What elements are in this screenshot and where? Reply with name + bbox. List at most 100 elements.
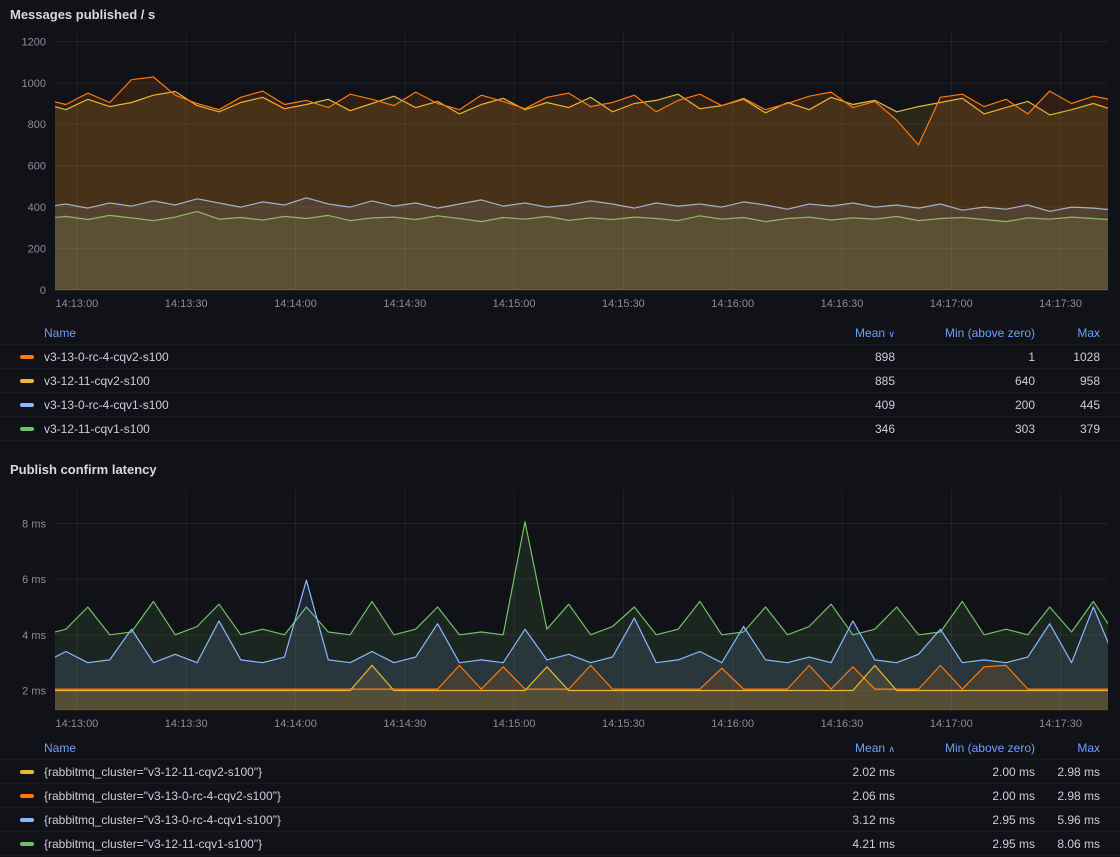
legend-header-mean-label: Mean (855, 326, 885, 340)
series-name[interactable]: v3-12-11-cqv1-s100 (44, 422, 150, 436)
svg-text:600: 600 (28, 161, 46, 173)
series-name[interactable]: {rabbitmq_cluster="v3-12-11-cqv2-s100"} (44, 765, 262, 779)
legend-max-value: 2.98 ms (1035, 789, 1100, 803)
legend-header-mean-label: Mean (855, 741, 885, 755)
series-color-swatch (20, 842, 34, 846)
svg-text:2 ms: 2 ms (22, 686, 46, 698)
svg-text:4 ms: 4 ms (22, 630, 46, 642)
timeseries-chart-messages-published[interactable]: 02004006008001000120014:13:0014:13:3014:… (0, 27, 1120, 319)
panel-title-messages-published[interactable]: Messages published / s (0, 0, 1120, 27)
legend-row: {rabbitmq_cluster="v3-13-0-rc-4-cqv1-s10… (0, 807, 1120, 831)
legend-header-mean[interactable]: Mean ∧ (765, 741, 895, 755)
legend-min-value: 200 (895, 398, 1035, 412)
svg-text:14:14:30: 14:14:30 (383, 718, 426, 730)
legend-max-value: 1028 (1035, 350, 1100, 364)
svg-text:1000: 1000 (22, 78, 46, 90)
series-color-swatch (20, 379, 34, 383)
legend-min-value: 2.95 ms (895, 837, 1035, 851)
svg-text:14:15:00: 14:15:00 (493, 298, 536, 310)
svg-text:800: 800 (28, 119, 46, 131)
svg-text:14:14:30: 14:14:30 (383, 298, 426, 310)
legend-table-messages-published: Name Mean ∨ Min (above zero) Max v3-13-0… (0, 321, 1120, 441)
svg-text:14:15:30: 14:15:30 (602, 298, 645, 310)
svg-text:14:15:30: 14:15:30 (602, 718, 645, 730)
legend-header-name[interactable]: Name (20, 326, 765, 340)
legend-row: {rabbitmq_cluster="v3-12-11-cqv2-s100"} … (0, 759, 1120, 783)
legend-row: v3-13-0-rc-4-cqv1-s100 409 200 445 (0, 392, 1120, 416)
timeseries-chart-publish-confirm-latency[interactable]: 2 ms 4 ms 6 ms 8 ms 14:13:00 14:13:30 14:14:00… (0, 482, 1120, 734)
svg-text:14:17:30: 14:17:30 (1039, 718, 1082, 730)
legend-row: v3-13-0-rc-4-cqv2-s100 898 1 1028 (0, 344, 1120, 368)
legend-name-cell: v3-12-11-cqv2-s100 (20, 374, 765, 388)
series-name[interactable]: v3-12-11-cqv2-s100 (44, 374, 150, 388)
legend-mean-value: 409 (765, 398, 895, 412)
series-color-swatch (20, 427, 34, 431)
legend-max-value: 8.06 ms (1035, 837, 1100, 851)
series-color-swatch (20, 355, 34, 359)
legend-header-name[interactable]: Name (20, 741, 765, 755)
svg-text:6 ms: 6 ms (22, 574, 46, 586)
legend-header: Name Mean ∨ Min (above zero) Max (0, 321, 1120, 344)
series-color-swatch (20, 403, 34, 407)
svg-text:14:13:30: 14:13:30 (165, 718, 208, 730)
series-name[interactable]: v3-13-0-rc-4-cqv2-s100 (44, 350, 169, 364)
legend-mean-value: 346 (765, 422, 895, 436)
legend-header-min[interactable]: Min (above zero) (895, 326, 1035, 340)
svg-text:8 ms: 8 ms (22, 518, 46, 530)
series-color-swatch (20, 794, 34, 798)
svg-text:14:16:00: 14:16:00 (711, 298, 754, 310)
svg-text:14:13:00: 14:13:00 (55, 718, 98, 730)
legend-row: v3-12-11-cqv1-s100 346 303 379 (0, 416, 1120, 440)
series-name[interactable]: {rabbitmq_cluster="v3-13-0-rc-4-cqv1-s10… (44, 813, 281, 827)
legend-name-cell: v3-13-0-rc-4-cqv1-s100 (20, 398, 765, 412)
legend-name-cell: {rabbitmq_cluster="v3-13-0-rc-4-cqv1-s10… (20, 813, 765, 827)
svg-text:14:13:00: 14:13:00 (55, 298, 98, 310)
legend-header-mean[interactable]: Mean ∨ (765, 326, 895, 340)
legend-min-value: 1 (895, 350, 1035, 364)
sort-indicator-icon: ∨ (888, 329, 895, 339)
legend-min-value: 2.00 ms (895, 765, 1035, 779)
legend-max-value: 379 (1035, 422, 1100, 436)
series-color-swatch (20, 770, 34, 774)
svg-text:14:15:00: 14:15:00 (493, 718, 536, 730)
grafana-dashboard: Messages published / s 0 200 400 600 800 1000… (0, 0, 1120, 856)
panel-messages-published: Messages published / s 0 200 400 600 800 1000… (0, 0, 1120, 441)
legend-mean-value: 885 (765, 374, 895, 388)
legend-name-cell: {rabbitmq_cluster="v3-12-11-cqv2-s100"} (20, 765, 765, 779)
divider (0, 855, 1120, 856)
legend-min-value: 2.00 ms (895, 789, 1035, 803)
legend-table-publish-confirm-latency: Name Mean ∧ Min (above zero) Max {rabbit… (0, 736, 1120, 856)
divider (0, 440, 1120, 441)
svg-text:14:14:00: 14:14:00 (274, 718, 317, 730)
series-name[interactable]: v3-13-0-rc-4-cqv1-s100 (44, 398, 169, 412)
legend-min-value: 303 (895, 422, 1035, 436)
legend-name-cell: v3-13-0-rc-4-cqv2-s100 (20, 350, 765, 364)
panel-publish-confirm-latency: Publish confirm latency 2 ms 4 ms 6 ms 8 ms… (0, 455, 1120, 856)
svg-text:14:17:00: 14:17:00 (930, 298, 973, 310)
legend-header-max[interactable]: Max (1035, 741, 1100, 755)
series-name[interactable]: {rabbitmq_cluster="v3-12-11-cqv1-s100"} (44, 837, 262, 851)
legend-row: {rabbitmq_cluster="v3-13-0-rc-4-cqv2-s10… (0, 783, 1120, 807)
legend-mean-value: 3.12 ms (765, 813, 895, 827)
legend-name-cell: {rabbitmq_cluster="v3-13-0-rc-4-cqv2-s10… (20, 789, 765, 803)
panel-title-publish-confirm-latency[interactable]: Publish confirm latency (0, 455, 1120, 482)
legend-min-value: 640 (895, 374, 1035, 388)
svg-text:0: 0 (40, 285, 46, 297)
legend-header-min[interactable]: Min (above zero) (895, 741, 1035, 755)
svg-text:14:14:00: 14:14:00 (274, 298, 317, 310)
legend-row: v3-12-11-cqv2-s100 885 640 958 (0, 368, 1120, 392)
legend-max-value: 5.96 ms (1035, 813, 1100, 827)
svg-text:14:16:00: 14:16:00 (711, 718, 754, 730)
svg-text:14:16:30: 14:16:30 (821, 298, 864, 310)
legend-mean-value: 2.06 ms (765, 789, 895, 803)
legend-min-value: 2.95 ms (895, 813, 1035, 827)
legend-name-cell: {rabbitmq_cluster="v3-12-11-cqv1-s100"} (20, 837, 765, 851)
svg-text:400: 400 (28, 202, 46, 214)
legend-row: {rabbitmq_cluster="v3-12-11-cqv1-s100"} … (0, 831, 1120, 855)
series-name[interactable]: {rabbitmq_cluster="v3-13-0-rc-4-cqv2-s10… (44, 789, 281, 803)
legend-header: Name Mean ∧ Min (above zero) Max (0, 736, 1120, 759)
sort-indicator-icon: ∧ (888, 744, 895, 754)
svg-text:200: 200 (28, 244, 46, 256)
legend-max-value: 2.98 ms (1035, 765, 1100, 779)
legend-header-max[interactable]: Max (1035, 326, 1100, 340)
